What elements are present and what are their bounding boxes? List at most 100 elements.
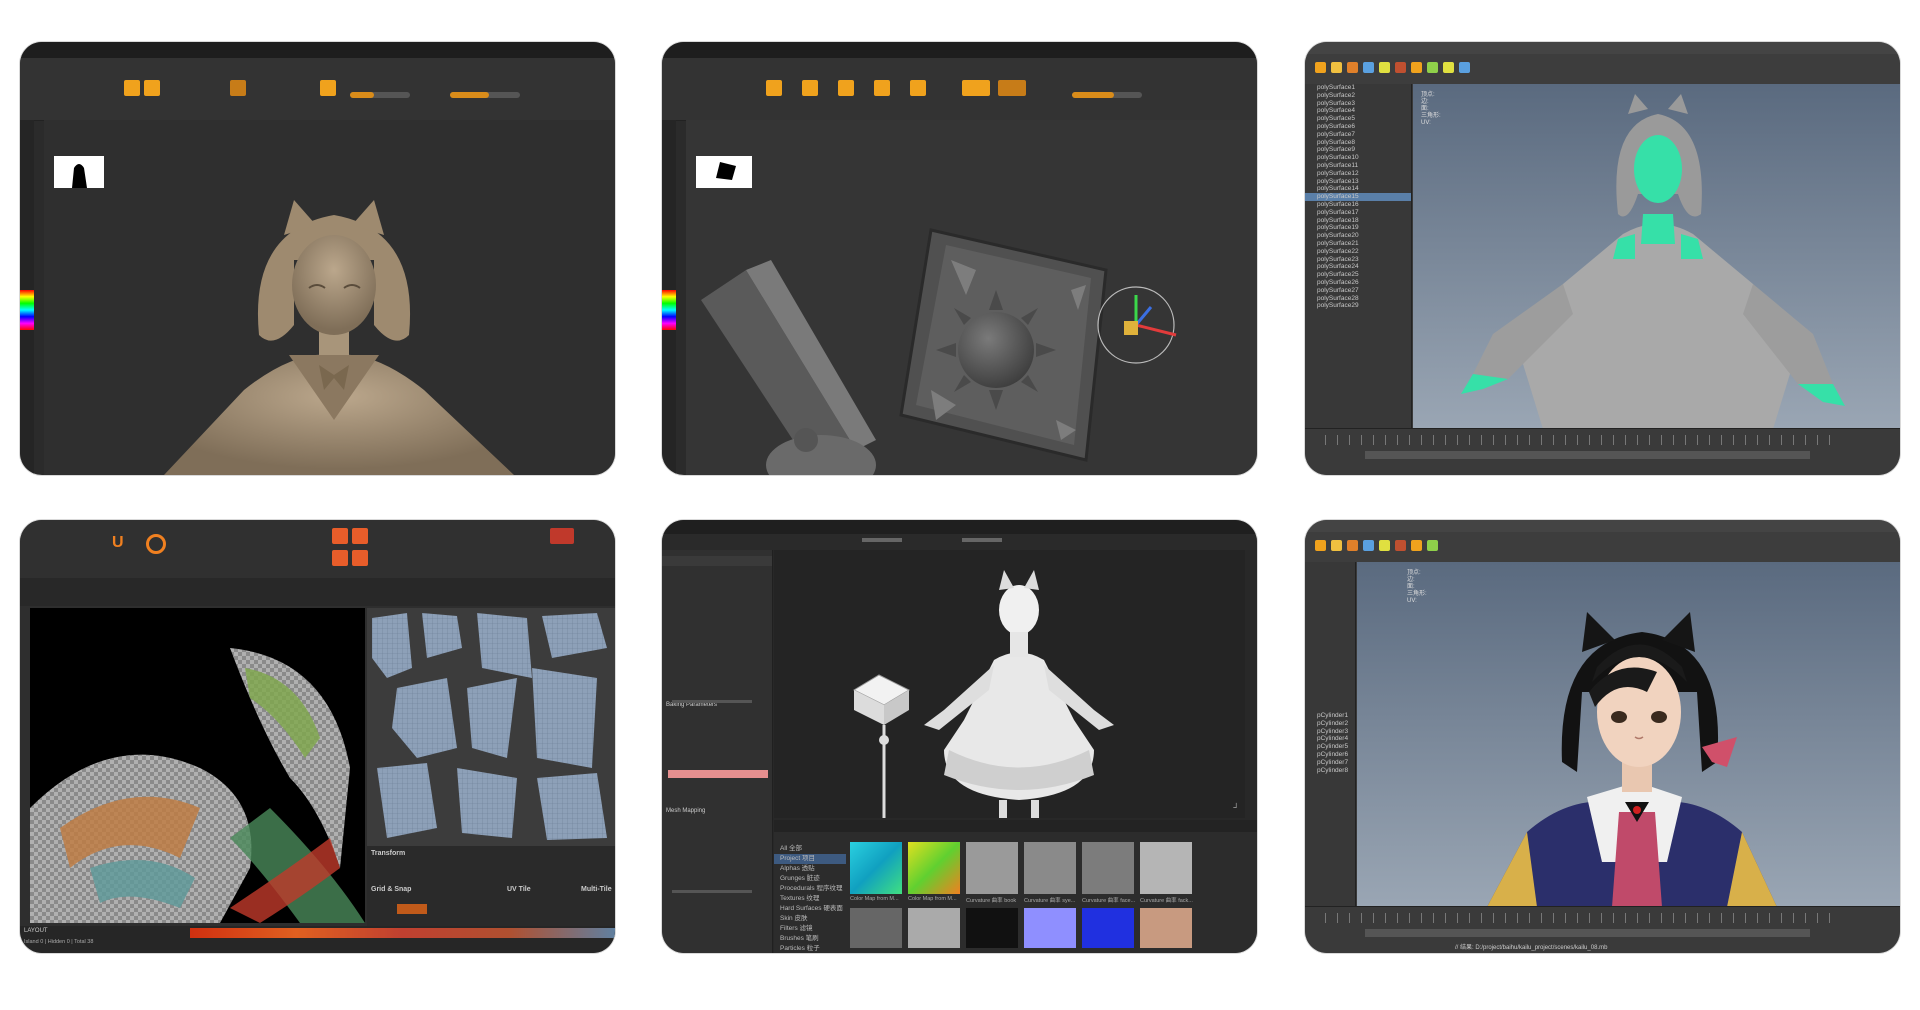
outliner-item[interactable]: polySurface6 bbox=[1305, 123, 1411, 131]
outliner-item[interactable]: polySurface4 bbox=[1305, 107, 1411, 115]
outliner-item[interactable]: polySurface24 bbox=[1305, 263, 1411, 271]
outliner-item[interactable]: polySurface17 bbox=[1305, 209, 1411, 217]
shelf-category[interactable]: Particles 粒子 bbox=[774, 944, 846, 953]
draw-size-slider[interactable] bbox=[350, 92, 410, 98]
3d-viewport[interactable] bbox=[44, 120, 615, 475]
outliner-item[interactable]: polySurface23 bbox=[1305, 256, 1411, 264]
shelf-category[interactable]: Textures 纹理 bbox=[774, 894, 846, 904]
shelf-icon[interactable] bbox=[1379, 540, 1390, 551]
slider[interactable] bbox=[672, 700, 752, 703]
draw-button[interactable] bbox=[802, 80, 818, 96]
color-swatch[interactable] bbox=[668, 770, 768, 778]
shelf-tile[interactable] bbox=[1082, 908, 1134, 948]
shelf-tiles[interactable]: Color Map from M... Color Map from M... … bbox=[850, 832, 1257, 953]
menu-bar[interactable] bbox=[20, 42, 615, 58]
outliner-item[interactable]: pCylinder3 bbox=[1305, 728, 1355, 736]
shelf-tile[interactable] bbox=[1140, 908, 1192, 948]
edit-button[interactable] bbox=[766, 80, 782, 96]
color-picker[interactable] bbox=[20, 290, 34, 330]
shelf-icon[interactable] bbox=[1363, 540, 1374, 551]
draw-button[interactable] bbox=[144, 80, 160, 96]
outliner-item[interactable]: polySurface25 bbox=[1305, 271, 1411, 279]
outliner-item[interactable]: polySurface14 bbox=[1305, 185, 1411, 193]
layout-button[interactable] bbox=[352, 550, 368, 566]
zadd-button[interactable] bbox=[320, 80, 336, 96]
rotate-button[interactable] bbox=[910, 80, 926, 96]
move-button[interactable] bbox=[230, 80, 246, 96]
shelf-icon[interactable] bbox=[1379, 62, 1390, 73]
shelf-icon[interactable] bbox=[1331, 540, 1342, 551]
range-slider[interactable] bbox=[1365, 929, 1810, 937]
outliner-item[interactable]: polySurface11 bbox=[1305, 162, 1411, 170]
pack-button[interactable] bbox=[332, 550, 348, 566]
outliner-item[interactable]: pCylinder6 bbox=[1305, 751, 1355, 759]
menu-bar[interactable] bbox=[1305, 42, 1900, 54]
menu-bar[interactable] bbox=[662, 520, 1257, 534]
shelf-category[interactable]: Procedurals 程序纹理 bbox=[774, 884, 846, 894]
outliner-item[interactable]: polySurface20 bbox=[1305, 232, 1411, 240]
outliner-item[interactable]: pCylinder5 bbox=[1305, 743, 1355, 751]
zadd-button[interactable] bbox=[962, 80, 990, 96]
slider[interactable] bbox=[672, 890, 752, 893]
shelf-tile[interactable] bbox=[1024, 908, 1076, 948]
outliner-item[interactable]: polySurface8 bbox=[1305, 139, 1411, 147]
shelf-category[interactable]: Project 项目 bbox=[774, 854, 846, 864]
move-button[interactable] bbox=[838, 80, 854, 96]
3d-viewport[interactable]: ┘ bbox=[774, 550, 1245, 818]
outliner-item[interactable]: polySurface13 bbox=[1305, 178, 1411, 186]
snap-toggle[interactable] bbox=[397, 904, 427, 914]
menu-bar[interactable] bbox=[1305, 520, 1900, 532]
3d-view[interactable] bbox=[30, 608, 365, 923]
shelf-tile[interactable] bbox=[966, 842, 1018, 894]
shelf-category[interactable]: All 全部 bbox=[774, 844, 846, 854]
shelf-icon[interactable] bbox=[1427, 540, 1438, 551]
shelf-icon[interactable] bbox=[1347, 62, 1358, 73]
shelf-category[interactable]: Skin 皮肤 bbox=[774, 914, 846, 924]
edit-button[interactable] bbox=[124, 80, 140, 96]
outliner[interactable]: polySurface1 polySurface2 polySurface3 poly… bbox=[1305, 84, 1412, 429]
outliner-item[interactable]: polySurface27 bbox=[1305, 287, 1411, 295]
focal-shift-slider[interactable] bbox=[450, 92, 520, 98]
shelf-tile[interactable] bbox=[850, 842, 902, 894]
outliner-item[interactable]: polySurface21 bbox=[1305, 240, 1411, 248]
outliner[interactable]: pCylinder1 pCylinder2 pCylinder3 pCylinder4… bbox=[1305, 562, 1356, 907]
uv-view[interactable] bbox=[367, 608, 615, 846]
outliner-item[interactable]: pCylinder2 bbox=[1305, 720, 1355, 728]
outliner-item[interactable]: pCylinder1 bbox=[1305, 712, 1355, 720]
outliner-item[interactable]: polySurface1 bbox=[1305, 84, 1411, 92]
outliner-item[interactable]: polySurface26 bbox=[1305, 279, 1411, 287]
outliner-item[interactable]: polySurface12 bbox=[1305, 170, 1411, 178]
color-picker[interactable] bbox=[662, 290, 676, 330]
outliner-item[interactable]: polySurface2 bbox=[1305, 92, 1411, 100]
shelf-tile[interactable] bbox=[966, 908, 1018, 948]
zsub-button[interactable] bbox=[998, 80, 1026, 96]
record-icon[interactable] bbox=[146, 534, 166, 554]
shelf-tile[interactable] bbox=[1140, 842, 1192, 894]
shelf-icon[interactable] bbox=[1427, 62, 1438, 73]
shelf-icon[interactable] bbox=[1315, 62, 1326, 73]
outliner-item[interactable]: polySurface7 bbox=[1305, 131, 1411, 139]
menu-bar[interactable] bbox=[662, 42, 1257, 58]
range-slider[interactable] bbox=[1365, 451, 1810, 459]
shelf-category[interactable]: Grunges 脏迹 bbox=[774, 874, 846, 884]
optimize-red-button[interactable] bbox=[550, 528, 574, 544]
size-slider[interactable] bbox=[862, 538, 902, 542]
shelf-icon[interactable] bbox=[1411, 62, 1422, 73]
outliner-item[interactable]: pCylinder7 bbox=[1305, 759, 1355, 767]
optimize-button[interactable] bbox=[352, 528, 368, 544]
outliner-item[interactable]: polySurface15 bbox=[1305, 193, 1411, 201]
shelf-icon[interactable] bbox=[1443, 62, 1454, 73]
outliner-item[interactable]: pCylinder8 bbox=[1305, 767, 1355, 775]
shelf-category[interactable]: Brushes 笔刷 bbox=[774, 934, 846, 944]
unfold-button[interactable] bbox=[332, 528, 348, 544]
z-intensity-slider[interactable] bbox=[1072, 92, 1142, 98]
shelf-icon[interactable] bbox=[1347, 540, 1358, 551]
flow-slider[interactable] bbox=[962, 538, 1002, 542]
time-slider[interactable]: // 结果: D:/project/baihu/kailu_project/sc… bbox=[1305, 906, 1900, 953]
shelf-tile[interactable] bbox=[908, 842, 960, 894]
outliner-item[interactable]: polySurface18 bbox=[1305, 217, 1411, 225]
shelf-tile[interactable] bbox=[1024, 842, 1076, 894]
shelf-icon[interactable] bbox=[1315, 540, 1326, 551]
shelf-tile[interactable] bbox=[850, 908, 902, 948]
outliner-item[interactable]: polySurface16 bbox=[1305, 201, 1411, 209]
